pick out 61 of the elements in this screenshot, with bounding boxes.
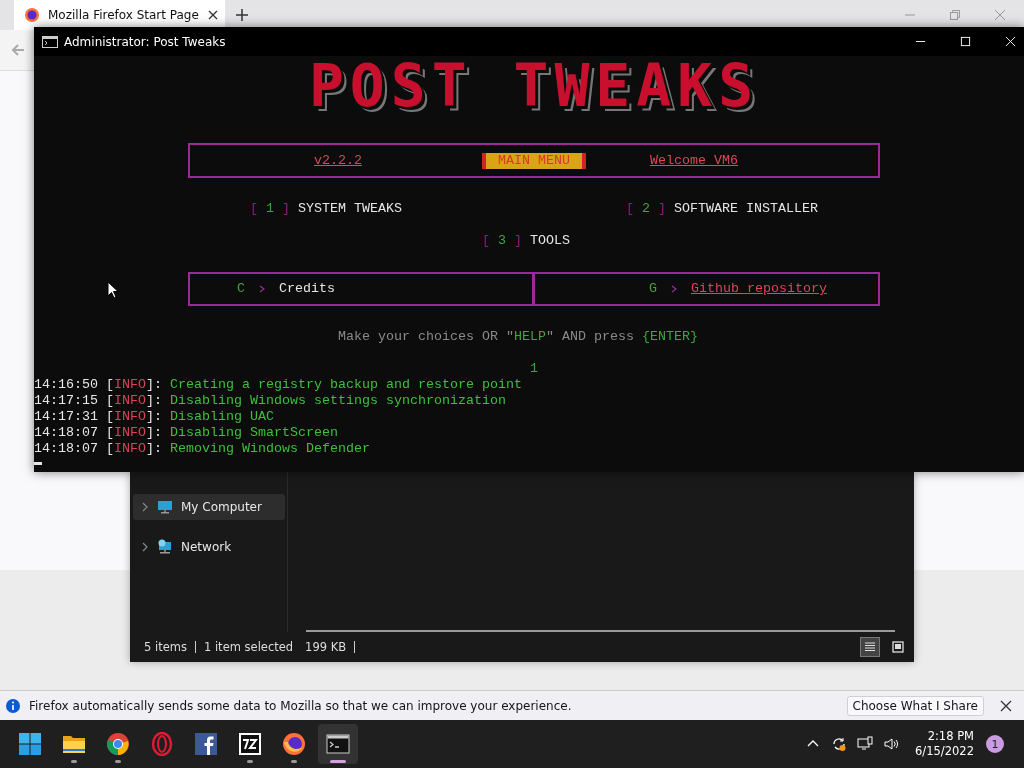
network-icon bbox=[157, 539, 173, 555]
status-text: 5 items bbox=[144, 640, 187, 654]
terminal-icon bbox=[42, 35, 58, 48]
archive-app-icon bbox=[238, 732, 262, 756]
menu-option[interactable]: [ 3 ] TOOLS bbox=[482, 233, 570, 249]
credits-option[interactable]: Credits bbox=[279, 281, 335, 297]
tree-label: Network bbox=[181, 540, 232, 554]
banner-title: POST TWEAKS bbox=[307, 56, 761, 116]
log-line: 14:16:50 [INFO]: Creating a registry backup and restore point bbox=[34, 377, 522, 393]
menu-option[interactable]: [ 1 ] SYSTEM TWEAKS bbox=[250, 201, 402, 217]
chevron-icon[interactable] bbox=[141, 502, 149, 512]
status-text: 1 item selected bbox=[203, 640, 294, 654]
network-icon[interactable] bbox=[857, 736, 874, 752]
clock[interactable]: 2:18 PM 6/15/2022 bbox=[915, 729, 974, 759]
shortcut-key: C bbox=[237, 281, 245, 297]
menu-label: MAIN MENU bbox=[482, 152, 586, 169]
log-line: 14:17:15 [INFO]: Disabling Windows settings synchronization bbox=[34, 393, 506, 409]
list-icon bbox=[864, 641, 876, 653]
tab-title: Mozilla Firefox Start Page bbox=[48, 8, 199, 22]
plus-icon[interactable] bbox=[235, 8, 249, 22]
chevron-icon[interactable] bbox=[141, 542, 149, 552]
share-choice-button[interactable]: Choose What I Share bbox=[846, 695, 984, 716]
fox-browser-icon bbox=[282, 732, 306, 756]
ring-icon bbox=[150, 732, 174, 756]
prompt-text: Make your choices OR "HELP" AND press {ENTER} bbox=[338, 329, 698, 345]
volume-icon[interactable] bbox=[883, 736, 900, 752]
notification-badge[interactable]: 1 bbox=[986, 735, 1004, 753]
repository-link[interactable]: Github repository bbox=[691, 281, 827, 297]
windows-logo-icon bbox=[18, 732, 42, 756]
menu-option[interactable]: [ 2 ] SOFTWARE INSTALLER bbox=[626, 201, 818, 217]
social-app-icon bbox=[194, 732, 218, 756]
log-line: 14:18:07 [INFO]: Removing Windows Defender bbox=[34, 441, 370, 457]
scrollbar[interactable] bbox=[306, 630, 895, 632]
chevron-icon bbox=[671, 285, 677, 293]
notification-text: Firefox automatically sends some data to Mozilla so that we can improve your experience. bbox=[29, 698, 572, 713]
shortcut-key: G bbox=[649, 281, 657, 297]
info-icon bbox=[5, 697, 21, 714]
text-cursor bbox=[34, 462, 42, 465]
computer-icon bbox=[157, 499, 173, 515]
tree-item[interactable]: My Computer bbox=[133, 494, 285, 520]
log-line: 14:18:07 [INFO]: Disabling SmartScreen bbox=[34, 425, 338, 441]
tree-label: My Computer bbox=[181, 500, 262, 514]
close-icon[interactable] bbox=[206, 9, 219, 21]
chevron-icon bbox=[259, 285, 265, 293]
close-icon[interactable] bbox=[1000, 699, 1012, 712]
window-title: Administrator: Post Tweaks bbox=[64, 33, 226, 50]
sync-icon[interactable] bbox=[831, 736, 848, 752]
welcome-text: Welcome VM6 bbox=[650, 152, 738, 169]
browser-tab[interactable]: Mozilla Firefox Start Page bbox=[14, 0, 225, 30]
view-button[interactable] bbox=[860, 637, 880, 657]
tree-item[interactable]: Network bbox=[133, 534, 285, 560]
taskbar-app[interactable] bbox=[318, 724, 358, 764]
browser-icon bbox=[106, 732, 130, 756]
version-text: v2.2.2 bbox=[314, 152, 362, 169]
mouse-pointer-icon bbox=[107, 281, 119, 299]
log-line: 14:17:31 [INFO]: Disabling UAC bbox=[34, 409, 274, 425]
terminal-icon bbox=[326, 732, 350, 756]
maximize-icon[interactable] bbox=[960, 36, 971, 47]
status-text: 199 KB bbox=[305, 640, 347, 654]
input-text: 1 bbox=[530, 361, 538, 377]
tile-icon bbox=[892, 641, 904, 653]
